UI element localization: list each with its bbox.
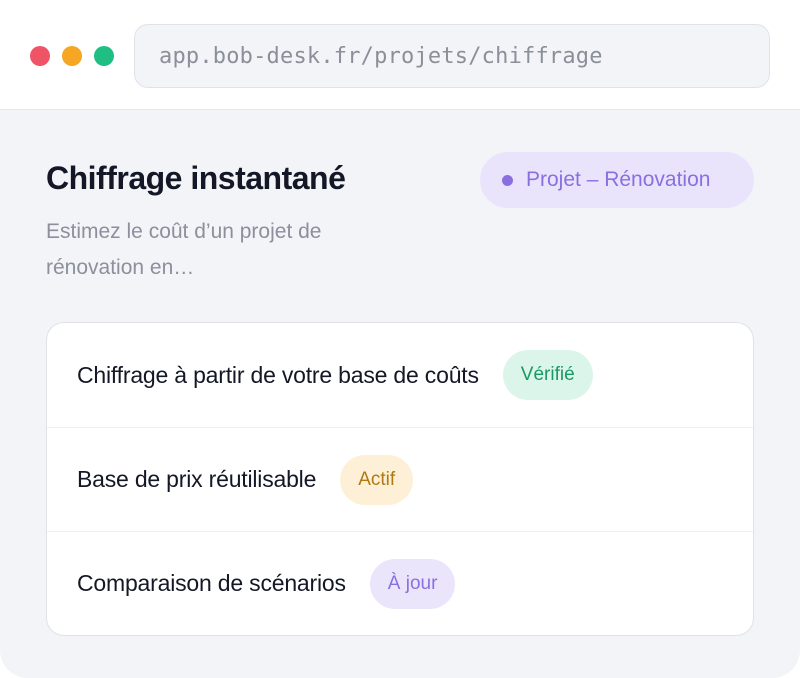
project-badge[interactable]: Projet – Rénovation <box>480 152 754 208</box>
close-window-button[interactable] <box>30 46 50 66</box>
feature-label: Base de prix réutilisable <box>77 466 317 492</box>
app-window: app.bob-desk.fr/projets/chiffrage Chiffr… <box>0 0 800 678</box>
project-badge-label: Projet – Rénovation <box>526 168 711 191</box>
list-item: Comparaison de scénarios À jour <box>47 531 753 635</box>
maximize-window-button[interactable] <box>94 46 114 66</box>
page-subtitle: Estimez le coût d’un projet de rénovatio… <box>46 220 322 279</box>
bullet-dot-icon <box>502 174 513 186</box>
page-title: Chiffrage instantané <box>46 160 346 196</box>
feature-label: Comparaison de scénarios <box>77 570 346 596</box>
address-bar-url: app.bob-desk.fr/projets/chiffrage <box>159 43 603 69</box>
feature-list: Chiffrage à partir de votre base de coût… <box>46 322 754 636</box>
address-bar[interactable]: app.bob-desk.fr/projets/chiffrage <box>134 24 770 88</box>
status-badge: Actif <box>340 454 414 505</box>
minimize-window-button[interactable] <box>62 46 82 66</box>
feature-label: Chiffrage à partir de votre base de coût… <box>77 361 479 388</box>
list-item: Base de prix réutilisable Actif <box>47 427 753 531</box>
status-badge: À jour <box>369 558 456 609</box>
list-item: Chiffrage à partir de votre base de coût… <box>47 323 753 427</box>
status-badge: Vérifié <box>502 350 593 400</box>
browser-titlebar: app.bob-desk.fr/projets/chiffrage <box>0 0 800 110</box>
